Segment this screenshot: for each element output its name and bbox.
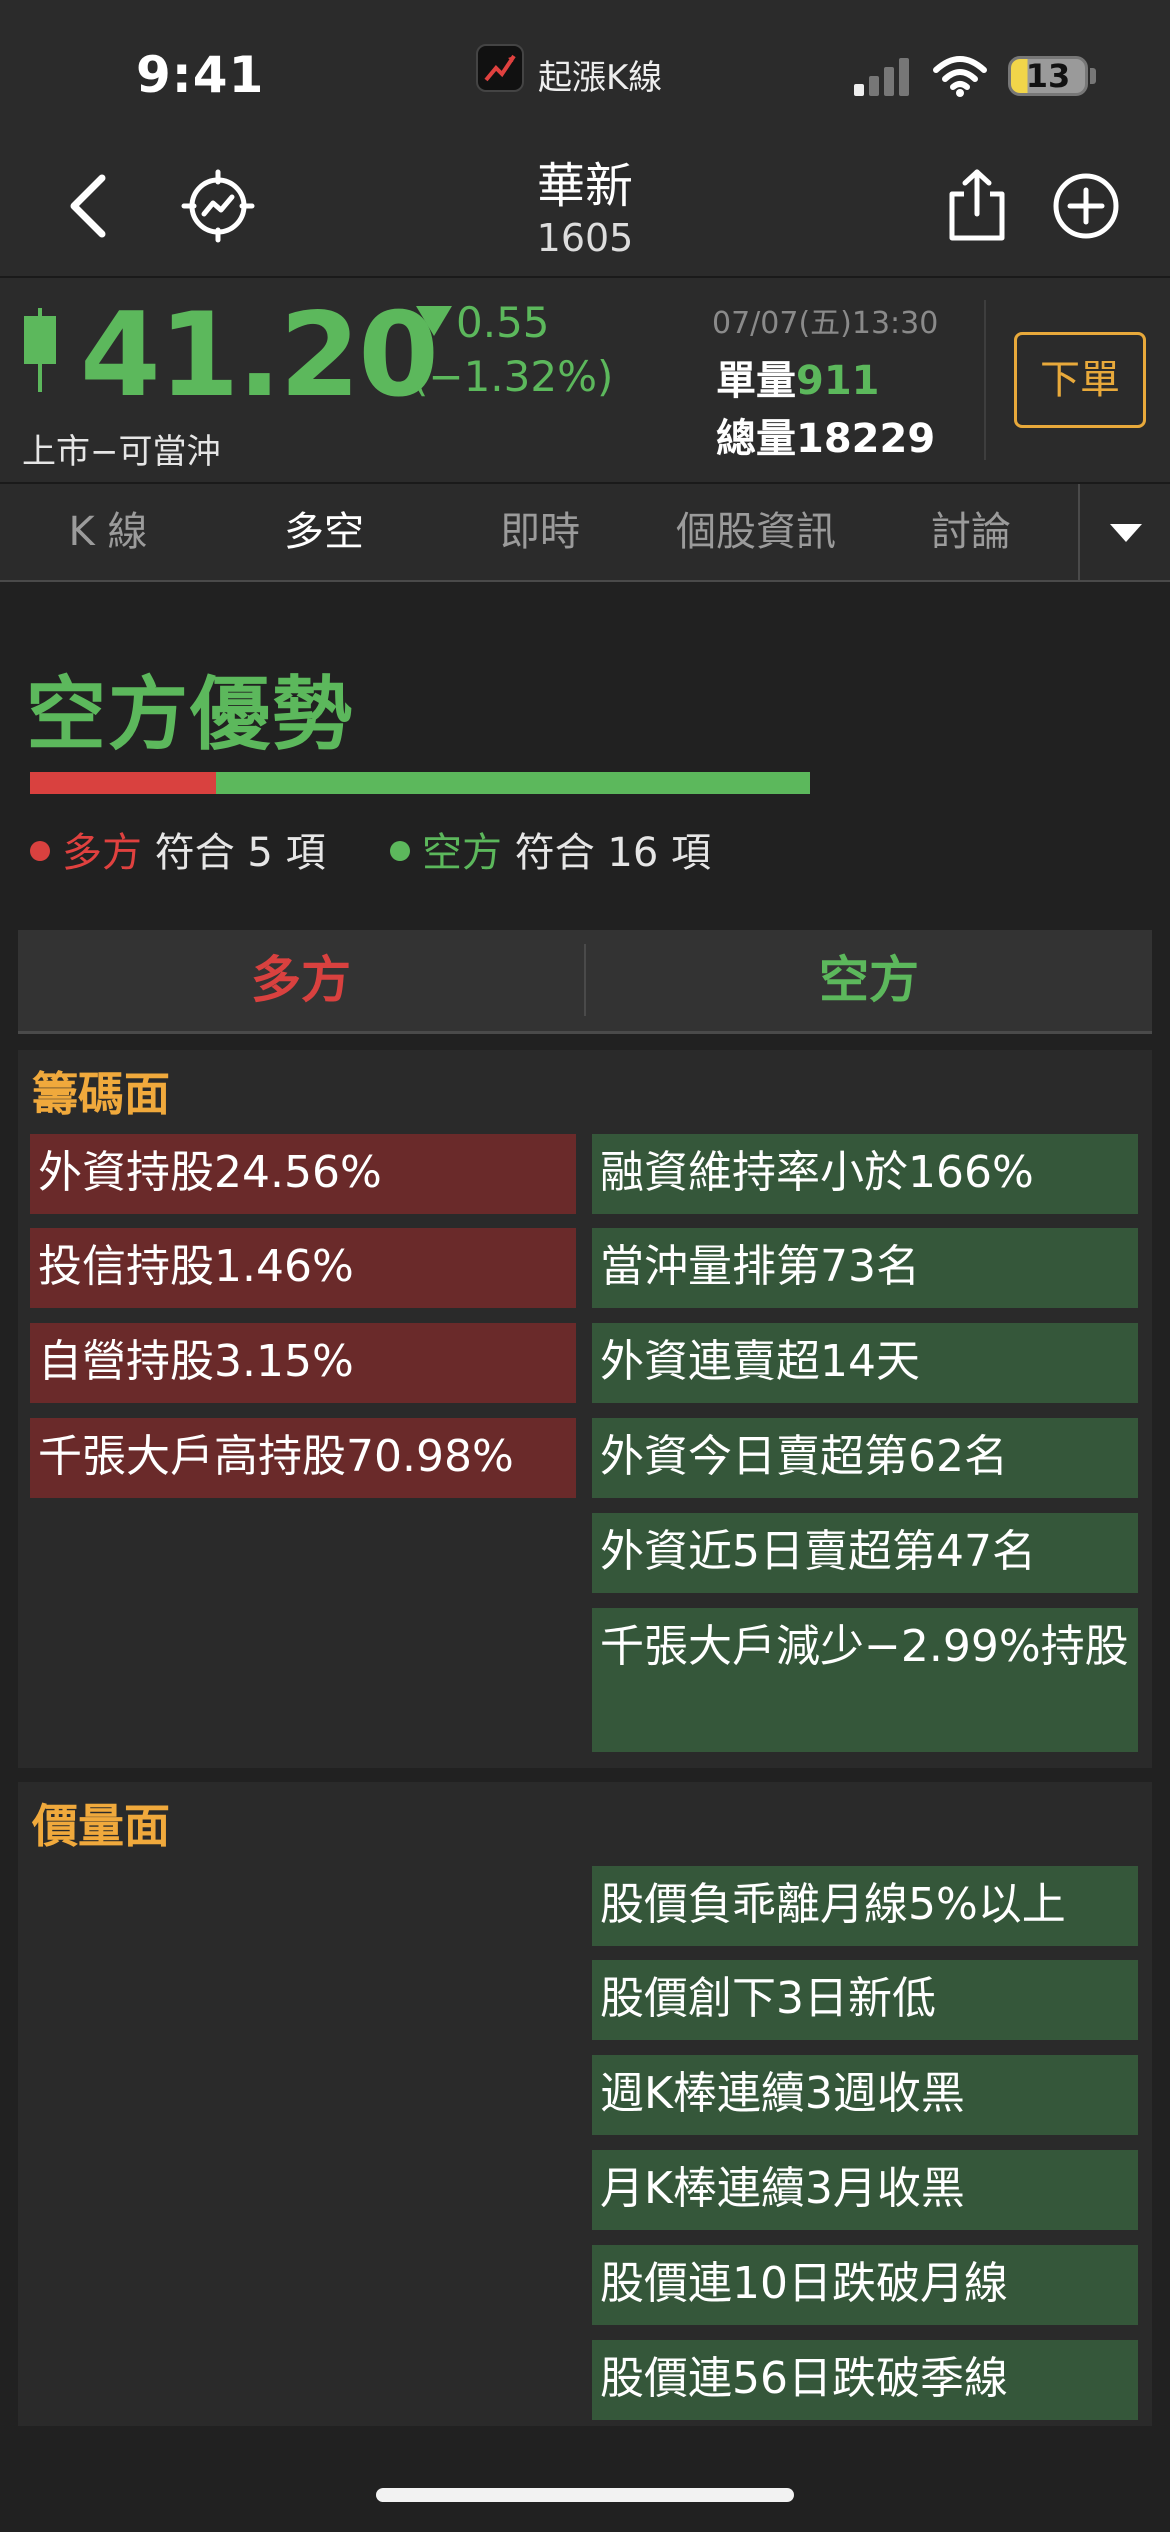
total-volume-value: 18229 — [796, 416, 936, 462]
bull-item: 自營持股3.15% — [30, 1323, 576, 1403]
quote-divider — [984, 300, 986, 460]
quote-datetime: 07/07(五)13:30 — [712, 306, 939, 341]
bear-item: 外資近5日賣超第47名 — [592, 1513, 1138, 1593]
order-button[interactable]: 下單 — [1014, 332, 1146, 428]
section-chips: 籌碼面 外資持股24.56% 投信持股1.46% 自營持股3.15% 千張大戶高… — [18, 1050, 1152, 1768]
bull-item: 外資持股24.56% — [30, 1134, 576, 1214]
bear-dot-icon — [390, 841, 410, 861]
bear-item: 週K棒連續3週收黑 — [592, 2055, 1138, 2135]
bear-item: 當沖量排第73名 — [592, 1228, 1138, 1308]
tab-divider — [1078, 484, 1080, 580]
home-indicator[interactable] — [376, 2488, 794, 2502]
tab-bar: K 線 多空 即時 個股資訊 討論 — [0, 482, 1170, 582]
tab-realtime[interactable]: 即時 — [432, 484, 648, 580]
unit-volume-value: 911 — [796, 358, 880, 404]
total-volume-label: 總量 — [716, 416, 796, 462]
down-arrow-icon — [416, 306, 452, 336]
status-time: 9:41 — [136, 46, 265, 104]
bear-item: 外資今日賣超第62名 — [592, 1418, 1138, 1498]
tab-stock-info[interactable]: 個股資訊 — [648, 484, 864, 580]
battery-tip — [1090, 68, 1096, 84]
column-header-bull: 多方 — [251, 951, 351, 1009]
bear-item: 千張大戶減少−2.99%持股 — [592, 1608, 1138, 1752]
cellular-signal-icon — [854, 58, 909, 96]
status-bar: 9:41 起漲K線 13 — [0, 0, 1170, 140]
plus-circle-icon[interactable] — [1050, 170, 1122, 242]
bear-item: 外資連賣超14天 — [592, 1323, 1138, 1403]
legend-bull: 多方 符合 5 項 — [30, 820, 326, 878]
column-header: 多方 空方 — [18, 930, 1152, 1034]
nav-bar: 華新 1605 — [0, 140, 1170, 276]
bear-item: 股價創下3日新低 — [592, 1960, 1138, 2040]
quote-panel: 41.20 0.55 (−1.32%) 上市−可當沖 07/07(五)13:30… — [0, 276, 1170, 482]
bull-item: 千張大戶高持股70.98% — [30, 1418, 576, 1498]
price-change: 0.55 — [456, 298, 550, 347]
legend-bull-text: 符合 5 項 — [154, 830, 326, 876]
section-title: 價量面 — [32, 1799, 170, 1853]
legend-bear-text: 符合 16 項 — [514, 830, 712, 876]
strength-bar — [30, 772, 810, 794]
bear-item: 融資維持率小於166% — [592, 1134, 1138, 1214]
app-logo-icon — [476, 44, 524, 92]
total-volume: 總量18229 — [716, 406, 935, 464]
unit-volume-label: 單量 — [716, 358, 796, 404]
tab-discussion[interactable]: 討論 — [864, 484, 1078, 580]
strength-bar-bull — [30, 772, 216, 794]
last-price: 41.20 — [80, 288, 439, 423]
status-app-name: 起漲K線 — [538, 58, 663, 98]
legend-bear: 空方 符合 16 項 — [390, 820, 711, 878]
price-change-percent: (−1.32%) — [412, 352, 614, 401]
tab-long-short[interactable]: 多空 — [216, 484, 432, 580]
wifi-icon — [933, 56, 987, 97]
market-tag: 上市−可當沖 — [22, 432, 221, 472]
bull-item: 投信持股1.46% — [30, 1228, 576, 1308]
summary-title: 空方優勢 — [26, 668, 354, 761]
candlestick-icon — [24, 308, 56, 392]
section-title: 籌碼面 — [32, 1067, 170, 1121]
bear-item: 股價負乖離月線5%以上 — [592, 1866, 1138, 1946]
tab-k-line[interactable]: K 線 — [0, 484, 216, 580]
bear-item: 股價連10日跌破月線 — [592, 2245, 1138, 2325]
battery-indicator: 13 — [1008, 56, 1088, 96]
legend-bear-label: 空方 — [422, 830, 502, 876]
bull-dot-icon — [30, 841, 50, 861]
triangle-down-icon[interactable] — [1096, 506, 1156, 558]
unit-volume: 單量911 — [716, 348, 880, 406]
bear-item: 股價連56日跌破季線 — [592, 2340, 1138, 2420]
bear-item: 月K棒連續3月收黑 — [592, 2150, 1138, 2230]
column-header-bear: 空方 — [819, 951, 919, 1009]
section-price-volume: 價量面 股價負乖離月線5%以上 股價創下3日新低 週K棒連續3週收黑 月K棒連續… — [18, 1782, 1152, 2426]
share-icon[interactable] — [944, 168, 1010, 244]
legend-bull-label: 多方 — [62, 830, 142, 876]
